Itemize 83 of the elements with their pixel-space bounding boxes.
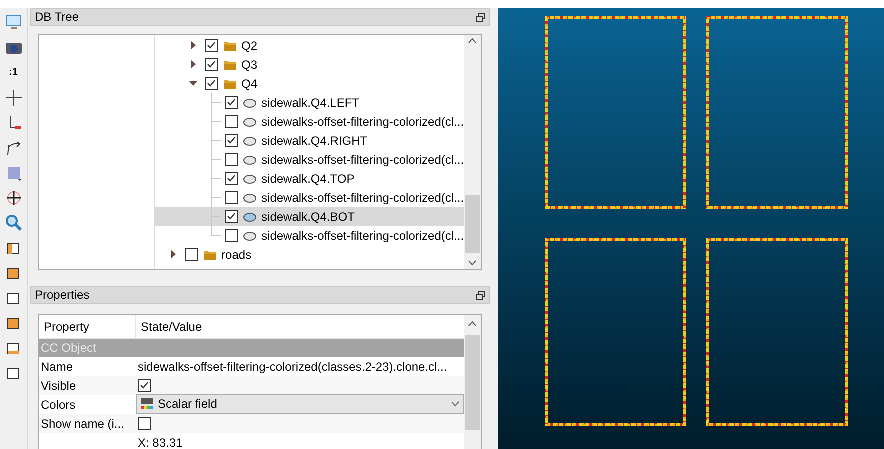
checkbox[interactable] xyxy=(224,191,238,204)
tree-item-label: sidewalk.Q4.LEFT xyxy=(262,94,360,112)
scroll-down-icon[interactable] xyxy=(468,260,478,266)
tree-item-label: sidewalk.Q4.TOP xyxy=(262,170,355,188)
cloud-icon xyxy=(242,96,257,108)
3d-view[interactable] xyxy=(498,8,884,449)
checkbox[interactable] xyxy=(204,58,218,71)
collapse-arrow-icon[interactable] xyxy=(188,79,198,88)
column-header[interactable]: Property xyxy=(39,315,136,338)
checkbox[interactable] xyxy=(224,153,238,166)
column-header[interactable]: State/Value xyxy=(136,315,464,338)
cloud-icon xyxy=(242,192,257,204)
tree-item[interactable]: sidewalk.Q4.TOP xyxy=(154,169,464,188)
expand-arrow-icon[interactable] xyxy=(188,41,198,50)
expand-arrow-icon[interactable] xyxy=(168,250,178,259)
tree-item-label: Q3 xyxy=(242,56,258,74)
tree-item-label: sidewalks-offset-filtering-colorized(cl... xyxy=(262,152,464,168)
panel-title: Properties xyxy=(35,287,90,304)
tree-item[interactable]: sidewalks-offset-filtering-colorized(cl... xyxy=(154,150,464,169)
float-icon[interactable] xyxy=(476,12,485,22)
checkbox[interactable] xyxy=(224,172,238,185)
property-value: sidewalks-offset-filtering-colorized(classes.2-23).clone.cl... xyxy=(137,358,448,376)
checkbox[interactable] xyxy=(204,77,218,90)
property-value: X: 83.31 xyxy=(137,434,184,449)
cloud-icon xyxy=(242,134,257,146)
cloud-icon xyxy=(242,116,257,128)
tree-item[interactable]: roads xyxy=(154,245,464,264)
float-icon[interactable] xyxy=(476,290,485,300)
tree-item-label: Q2 xyxy=(242,38,258,54)
expand-arrow-icon[interactable] xyxy=(188,60,198,69)
cloud-icon xyxy=(242,230,257,242)
property-name: Show name (i... xyxy=(40,416,126,432)
tree-item[interactable]: sidewalk.Q4.BOT xyxy=(154,207,464,226)
checkbox[interactable] xyxy=(224,96,238,109)
checkbox[interactable] xyxy=(138,417,151,430)
panel-title: DB Tree xyxy=(35,9,80,26)
folder-icon xyxy=(222,58,237,70)
tree-item-label: sidewalk.Q4.BOT xyxy=(262,208,355,226)
crosshair-icon[interactable] xyxy=(4,89,22,107)
tree-item[interactable]: Q3 xyxy=(154,55,464,74)
folder-icon xyxy=(202,248,217,260)
scroll-thumb[interactable] xyxy=(465,195,480,253)
property-name: Colors xyxy=(40,396,77,414)
checkbox[interactable] xyxy=(138,379,151,392)
colors-dropdown[interactable]: Scalar field xyxy=(136,394,464,414)
section-header: CC Object xyxy=(39,339,464,357)
tree-item-label: sidewalks-offset-filtering-colorized(cl... xyxy=(262,228,464,244)
scroll-up-icon[interactable] xyxy=(468,38,478,44)
tree-item[interactable]: sidewalks-offset-filtering-colorized(cl... xyxy=(154,226,464,245)
checkbox[interactable] xyxy=(204,39,218,52)
search-icon[interactable] xyxy=(4,214,22,232)
caret-icon xyxy=(451,401,460,407)
cloud-icon xyxy=(242,210,257,222)
scrollbar[interactable] xyxy=(464,35,481,269)
checkbox[interactable] xyxy=(224,229,238,242)
checkbox[interactable] xyxy=(224,134,238,147)
monitor-icon[interactable] xyxy=(4,14,22,32)
tree-item-label: Q4 xyxy=(242,76,258,92)
folder-icon xyxy=(222,40,237,52)
cloud-icon xyxy=(242,172,257,184)
tree-item[interactable]: sidewalk.Q4.RIGHT xyxy=(154,131,464,150)
tree-item-label: sidewalks-offset-filtering-colorized(cl... xyxy=(262,190,464,206)
checkbox[interactable] xyxy=(224,210,238,223)
checkbox[interactable] xyxy=(224,115,238,128)
scalar-field-icon xyxy=(140,397,155,411)
tree-item[interactable]: Q4 xyxy=(154,74,464,93)
tree-item[interactable]: sidewalk.Q4.LEFT xyxy=(154,93,464,112)
property-name: Visible xyxy=(40,378,78,394)
zoom-label[interactable]: :1 xyxy=(9,64,18,82)
cloud-icon xyxy=(242,154,257,166)
checkbox[interactable] xyxy=(184,248,198,261)
pivot-icon[interactable] xyxy=(4,189,22,207)
folder-icon xyxy=(222,78,237,90)
tree-item-label: sidewalks-offset-filtering-colorized(cl... xyxy=(262,114,464,130)
arrow-icon[interactable] xyxy=(4,139,22,157)
tree-item-label: sidewalk.Q4.RIGHT xyxy=(262,132,368,150)
tree-item[interactable]: sidewalks-offset-filtering-colorized(cl... xyxy=(154,112,464,131)
tree-item-label: roads xyxy=(222,246,252,264)
scroll-thumb[interactable] xyxy=(465,335,480,430)
tree-item[interactable]: sidewalks-offset-filtering-colorized(cl... xyxy=(154,188,464,207)
tree-item[interactable]: Q2 xyxy=(154,36,464,55)
scroll-up-icon[interactable] xyxy=(468,321,477,327)
property-name: Name xyxy=(40,358,74,376)
